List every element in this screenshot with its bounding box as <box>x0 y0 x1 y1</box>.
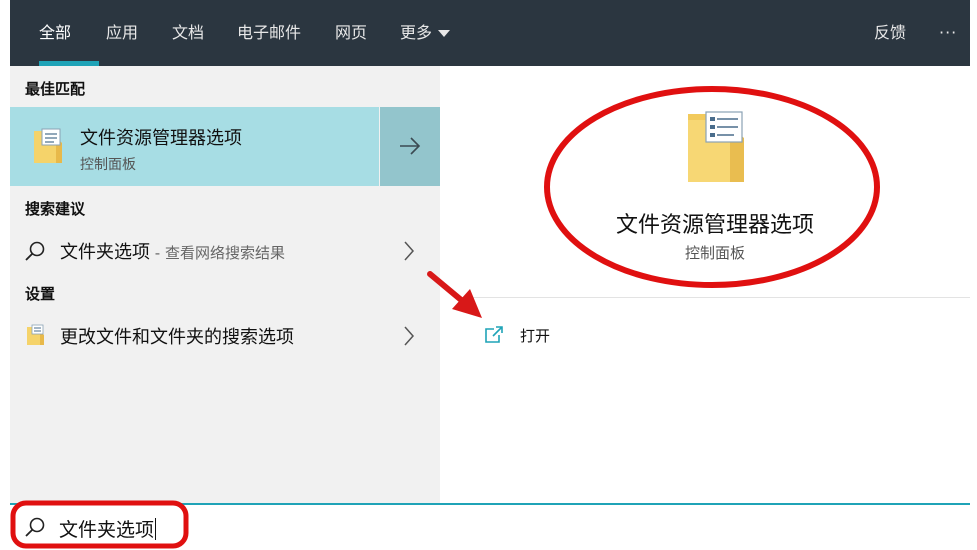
chevron-right-icon <box>404 326 415 346</box>
chevron-right-icon <box>404 241 415 261</box>
best-match-title: 文件资源管理器选项 <box>80 128 242 149</box>
more-options-button[interactable]: ··· <box>939 0 957 66</box>
tab-all[interactable]: 全部 <box>39 0 71 66</box>
tab-more[interactable]: 更多 <box>400 0 451 66</box>
text-caret <box>155 518 157 540</box>
folder-options-icon <box>32 127 64 165</box>
best-match-subtitle: 控制面板 <box>80 157 136 173</box>
suggestion-hint: - 查看网络搜索结果 <box>150 244 285 262</box>
settings-item-text: 更改文件和文件夹的搜索选项 <box>60 327 294 348</box>
tab-apps[interactable]: 应用 <box>106 0 138 66</box>
search-input[interactable]: 文件夹选项 <box>59 515 157 542</box>
detail-title: 文件资源管理器选项 <box>615 213 814 238</box>
arrow-right-icon <box>400 137 421 155</box>
search-icon <box>25 517 45 537</box>
search-scope-tabs: 全部 应用 文档 电子邮件 网页 更多 反馈 ··· <box>10 0 970 66</box>
tab-more-label: 更多 <box>400 23 433 42</box>
detail-subtitle: 控制面板 <box>684 244 745 262</box>
search-icon <box>25 241 45 261</box>
search-box[interactable]: 文件夹选项 <box>10 503 970 550</box>
suggestion-text: 文件夹选项 <box>60 242 150 263</box>
open-external-icon <box>485 326 503 343</box>
results-pane: 最佳匹配 文件资源管理器选项 控制面板 搜索建议 文件夹选项 - 查看网络搜索结… <box>10 66 440 504</box>
detail-divider <box>455 297 970 298</box>
folder-options-icon <box>686 108 748 184</box>
feedback-button[interactable]: 反馈 <box>874 0 906 66</box>
best-match-item[interactable]: 文件资源管理器选项 控制面板 <box>10 107 379 186</box>
search-query: 文件夹选项 <box>59 519 155 541</box>
section-settings: 设置 <box>25 285 56 303</box>
suggestion-item[interactable]: 文件夹选项 - 查看网络搜索结果 <box>10 230 440 270</box>
tab-email[interactable]: 电子邮件 <box>237 0 301 66</box>
tab-documents[interactable]: 文档 <box>172 0 204 66</box>
folder-options-icon <box>27 324 44 345</box>
settings-item[interactable]: 更改文件和文件夹的搜索选项 <box>10 315 440 355</box>
chevron-down-icon <box>438 30 451 37</box>
section-best-match: 最佳匹配 <box>25 80 86 98</box>
open-details-button[interactable] <box>380 107 440 186</box>
open-action-label: 打开 <box>520 327 551 345</box>
section-search-suggestions: 搜索建议 <box>25 200 86 218</box>
tab-web[interactable]: 网页 <box>335 0 367 66</box>
